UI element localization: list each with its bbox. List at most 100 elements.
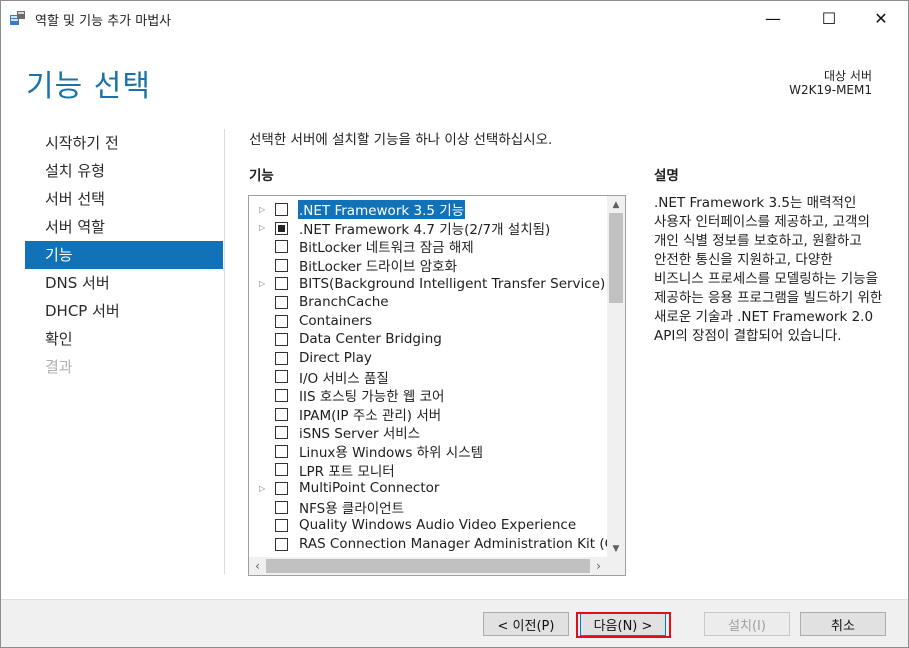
- feature-label: Linux용 Windows 하위 시스템: [299, 445, 484, 462]
- feature-row[interactable]: NFS용 클라이언트: [249, 498, 607, 517]
- feature-checkbox[interactable]: [275, 444, 288, 458]
- features-header: 기능: [249, 168, 274, 184]
- feature-checkbox[interactable]: [275, 203, 288, 216]
- feature-checkbox[interactable]: [275, 426, 288, 440]
- nav-item[interactable]: DNS 서버: [25, 269, 223, 297]
- maximize-button[interactable]: ☐: [806, 1, 852, 35]
- wizard-step-nav: 시작하기 전 설치 유형 서버 선택 서버 역할 기능 DNS 서버 DHCP 서버 확인결과: [25, 129, 223, 381]
- server-manager-icon: [9, 10, 27, 26]
- feature-label: BITS(Background Intelligent Transfer Ser…: [299, 275, 606, 292]
- expand-arrow-icon[interactable]: ▷: [259, 223, 267, 232]
- nav-item[interactable]: 시작하기 전: [25, 129, 223, 157]
- feature-row[interactable]: Containers: [249, 312, 607, 331]
- feature-checkbox[interactable]: [275, 351, 288, 365]
- nav-item[interactable]: DHCP 서버: [25, 297, 223, 325]
- feature-row[interactable]: ▷ MultiPoint Connector: [249, 479, 607, 498]
- feature-checkbox[interactable]: [275, 333, 288, 347]
- nav-item[interactable]: 서버 선택: [25, 185, 223, 213]
- feature-checkbox[interactable]: [275, 388, 288, 402]
- description-header: 설명: [654, 168, 679, 184]
- destination-server-value: W2K19-MEM1: [789, 83, 872, 97]
- minimize-button[interactable]: —: [750, 1, 796, 35]
- feature-checkbox[interactable]: [275, 221, 288, 235]
- nav-item[interactable]: 기능: [25, 241, 223, 269]
- feature-label: Data Center Bridging: [299, 331, 442, 348]
- nav-item[interactable]: 확인: [25, 325, 223, 353]
- feature-label: LPR 포트 모니터: [299, 463, 395, 480]
- feature-label: BitLocker 네트워크 잠금 해제: [299, 240, 474, 257]
- feature-checkbox[interactable]: [275, 537, 288, 551]
- feature-row[interactable]: ▷ BITS(Background Intelligent Transfer Se…: [249, 274, 607, 293]
- feature-label: .NET Framework 4.7 기능(2/7개 설치됨): [299, 221, 551, 238]
- feature-row[interactable]: Quality Windows Audio Video Experience: [249, 516, 607, 535]
- feature-checkbox[interactable]: [275, 240, 288, 254]
- feature-row[interactable]: Data Center Bridging: [249, 330, 607, 349]
- vertical-scroll-thumb[interactable]: [609, 213, 623, 303]
- scrollbar-corner: [607, 557, 625, 575]
- feature-checkbox[interactable]: [275, 407, 288, 421]
- feature-row[interactable]: iSNS Server 서비스: [249, 423, 607, 442]
- horizontal-scroll-thumb[interactable]: [266, 559, 590, 573]
- feature-row[interactable]: I/O 서비스 품질: [249, 367, 607, 387]
- feature-checkbox[interactable]: [275, 500, 288, 514]
- destination-server-label: 대상 서버: [824, 69, 872, 83]
- feature-checkbox[interactable]: [275, 481, 288, 495]
- feature-description: .NET Framework 3.5는 매력적인 사용자 인터페이스를 제공하고…: [654, 195, 883, 344]
- feature-row[interactable]: ▷ .NET Framework 3.5 기능: [249, 200, 607, 220]
- page-title: 기능 선택: [26, 69, 151, 104]
- feature-label: MultiPoint Connector: [299, 480, 440, 497]
- window-title: 역할 및 기능 추가 마법사: [35, 14, 172, 29]
- scroll-left-icon[interactable]: ‹: [249, 557, 266, 575]
- feature-label: I/O 서비스 품질: [299, 370, 389, 387]
- feature-row[interactable]: IPAM(IP 주소 관리) 서버: [249, 405, 607, 424]
- feature-row[interactable]: BranchCache: [249, 293, 607, 312]
- nav-item[interactable]: 설치 유형: [25, 157, 223, 185]
- close-button[interactable]: ✕: [858, 1, 904, 35]
- horizontal-scrollbar[interactable]: ‹ ›: [249, 557, 607, 575]
- feature-label: BitLocker 드라이브 암호화: [299, 259, 457, 276]
- feature-checkbox[interactable]: [275, 463, 288, 477]
- feature-label: RAS Connection Manager Administration Ki…: [299, 535, 607, 552]
- scroll-up-icon[interactable]: ▲: [607, 196, 625, 213]
- feature-checkbox[interactable]: [275, 519, 288, 533]
- feature-row[interactable]: BitLocker 드라이브 암호화: [249, 256, 607, 275]
- scroll-right-icon[interactable]: ›: [590, 557, 607, 575]
- feature-row[interactable]: IIS 호스팅 가능한 웹 코어: [249, 386, 607, 405]
- feature-label: iSNS Server 서비스: [299, 426, 421, 443]
- scroll-down-icon[interactable]: ▼: [607, 540, 625, 557]
- feature-checkbox[interactable]: [275, 295, 288, 309]
- feature-checkbox[interactable]: [275, 370, 288, 384]
- feature-label: Containers: [299, 312, 373, 329]
- feature-label: Direct Play: [299, 350, 372, 367]
- instruction-text: 선택한 서버에 설치할 기능을 하나 이상 선택하십시오.: [249, 132, 553, 148]
- expand-arrow-icon[interactable]: ▷: [259, 205, 267, 214]
- wizard-window: 역할 및 기능 추가 마법사 — ☐ ✕ 기능 선택 대상 서버 W2K19-M…: [0, 0, 909, 648]
- feature-label: .NET Framework 3.5 기능: [298, 200, 466, 220]
- nav-item[interactable]: 서버 역할: [25, 213, 223, 241]
- features-list-content: ▷ .NET Framework 3.5 기능 ▷ .NET Framework 4.…: [249, 200, 607, 552]
- feature-row[interactable]: LPR 포트 모니터: [249, 460, 607, 480]
- feature-row[interactable]: BitLocker 네트워크 잠금 해제: [249, 237, 607, 256]
- feature-row[interactable]: Linux용 Windows 하위 시스템: [249, 442, 607, 461]
- expand-arrow-icon[interactable]: ▷: [259, 484, 267, 493]
- feature-row[interactable]: RAS Connection Manager Administration Ki…: [249, 535, 607, 552]
- features-list[interactable]: ▷ .NET Framework 3.5 기능 ▷ .NET Framework 4.…: [248, 195, 626, 576]
- install-button[interactable]: 설치(I): [704, 612, 790, 636]
- feature-label: NFS용 클라이언트: [299, 500, 405, 517]
- feature-checkbox[interactable]: [275, 258, 288, 272]
- nav-item: 결과: [45, 358, 73, 376]
- vertical-scrollbar[interactable]: ▲ ▼: [607, 196, 625, 557]
- feature-checkbox[interactable]: [275, 314, 288, 328]
- next-button[interactable]: 다음(N) >: [580, 612, 666, 636]
- feature-checkbox[interactable]: [275, 277, 288, 291]
- previous-button[interactable]: < 이전(P): [483, 612, 569, 636]
- expand-arrow-icon[interactable]: ▷: [259, 279, 267, 288]
- feature-label: Quality Windows Audio Video Experience: [299, 517, 577, 534]
- feature-row[interactable]: ▷ .NET Framework 4.7 기능(2/7개 설치됨): [249, 219, 607, 238]
- title-bar[interactable]: 역할 및 기능 추가 마법사 — ☐ ✕: [1, 1, 908, 35]
- feature-row[interactable]: Direct Play: [249, 349, 607, 368]
- feature-label: IIS 호스팅 가능한 웹 코어: [299, 389, 445, 406]
- nav-divider: [224, 129, 225, 574]
- feature-label: BranchCache: [299, 294, 389, 311]
- cancel-button[interactable]: 취소: [800, 612, 886, 636]
